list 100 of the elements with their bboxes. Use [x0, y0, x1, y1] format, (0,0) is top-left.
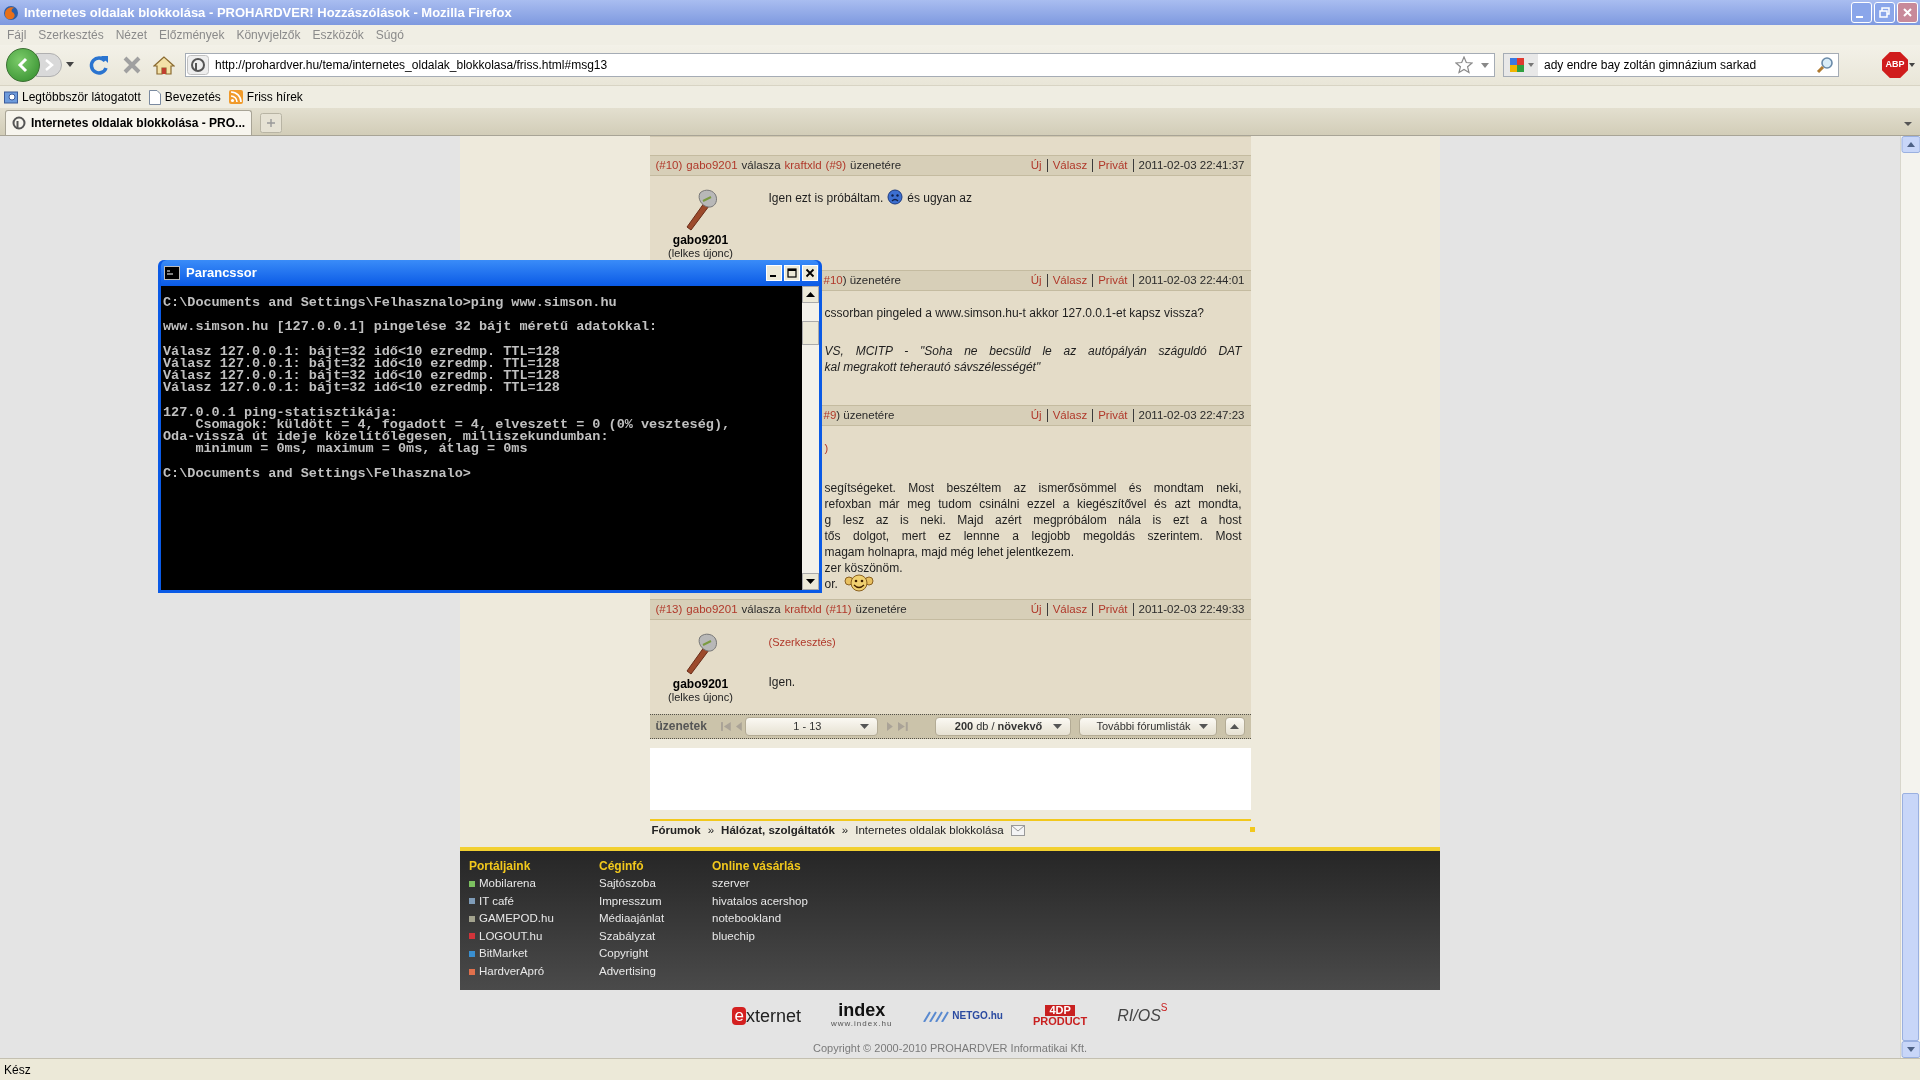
- bookmark-star-icon[interactable]: [1455, 56, 1473, 74]
- bookmark-link[interactable]: Friss hírek: [246, 88, 303, 106]
- post-link[interactable]: #10: [823, 271, 843, 290]
- forward-button[interactable]: [36, 53, 62, 77]
- console-line: 127.0.0.1 ping-statisztikája:: [163, 406, 398, 419]
- footer-link[interactable]: Sajtószoba: [599, 875, 656, 893]
- post-action-link[interactable]: Új: [1025, 159, 1048, 172]
- history-dropdown-icon[interactable]: [66, 62, 74, 68]
- post-link[interactable]: gabo9201: [686, 156, 738, 175]
- minimize-button[interactable]: [766, 265, 782, 281]
- post-link[interactable]: (#11): [825, 600, 852, 618]
- partner-logo[interactable]: index www.index.hu: [830, 1001, 893, 1030]
- pager-label: üzenetek: [655, 718, 707, 736]
- scroll-top-button[interactable]: [1224, 716, 1245, 736]
- footer-link[interactable]: Impresszum: [599, 892, 662, 910]
- restore-button[interactable]: [1874, 2, 1895, 23]
- post-action-link[interactable]: Privát: [1093, 159, 1134, 172]
- close-button[interactable]: [802, 265, 818, 281]
- post-action-link[interactable]: Új: [1025, 409, 1048, 422]
- post-action-link[interactable]: Válasz: [1047, 409, 1094, 422]
- forum-list-dropdown[interactable]: További fórumlisták: [1079, 716, 1217, 736]
- console-line: www.simson.hu [127.0.0.1] pingelése 32 bájt méretű adatokkal:: [163, 321, 659, 334]
- post-link[interactable]: kraftxld: [784, 600, 822, 618]
- reload-icon[interactable]: [88, 54, 110, 76]
- address-text: http://prohardver.hu/tema/internetes_oldalak_blokkolasa/friss.html#msg13: [215, 57, 609, 74]
- post-text: és ugyan az: [907, 191, 972, 205]
- window-title: Internetes oldalak blokkolása - PROHARDVER! Hozzászólások - Mozilla Firefox: [24, 3, 513, 22]
- breadcrumb-link[interactable]: Fórumok: [651, 822, 701, 840]
- url-dropdown-icon[interactable]: [1481, 62, 1489, 68]
- footer-link[interactable]: Advertising: [599, 962, 656, 981]
- post-action-link[interactable]: Új: [1025, 602, 1048, 616]
- site-favicon-icon: [12, 116, 26, 130]
- scroll-down-icon[interactable]: [802, 573, 819, 590]
- post-link[interactable]: #9: [823, 406, 837, 425]
- post-action-link[interactable]: Privát: [1093, 274, 1134, 287]
- footer-link[interactable]: Copyright: [599, 945, 649, 963]
- post-action-link[interactable]: Új: [1025, 274, 1048, 287]
- site-identity-icon[interactable]: [187, 55, 209, 75]
- back-button[interactable]: [6, 48, 40, 82]
- adblock-button[interactable]: ABP: [1882, 52, 1908, 78]
- address-bar[interactable]: http://prohardver.hu/tema/internetes_oldalak_blokkolasa/friss.html#msg13: [185, 53, 1495, 77]
- footer-link[interactable]: notebookland: [712, 910, 782, 928]
- edit-link[interactable]: (Szerkesztés): [768, 635, 836, 648]
- post-link[interactable]: (#13): [655, 600, 683, 618]
- post-time: 2011-02-03 22:44:01: [1137, 272, 1245, 288]
- breadcrumb-current: Internetes oldalak blokkolása: [855, 823, 1004, 839]
- footer-link[interactable]: GAMEPOD.hu: [479, 910, 554, 928]
- browser-logo-icon: [3, 4, 19, 21]
- footer-link[interactable]: Médiaajánlat: [599, 910, 665, 928]
- footer-link[interactable]: szerver: [712, 875, 750, 893]
- page-range-dropdown[interactable]: 1 - 13: [745, 716, 879, 736]
- adblock-dropdown-icon[interactable]: [1909, 63, 1915, 67]
- post-time: 2011-02-03 22:41:37: [1137, 157, 1245, 173]
- bookmark-link[interactable]: Legtöbbször látogatott: [22, 88, 141, 106]
- window-title: Parancssor: [186, 264, 258, 283]
- home-icon[interactable]: [153, 55, 175, 75]
- footer-link[interactable]: HardverApró: [479, 962, 545, 981]
- post-action-link[interactable]: Válasz: [1047, 159, 1094, 172]
- partner-logo[interactable]: NETGO.hu: [922, 1008, 1003, 1024]
- console-scrollbar[interactable]: [802, 286, 819, 590]
- stop-icon[interactable]: [122, 55, 142, 75]
- bookmark-link[interactable]: Bevezetés: [164, 88, 221, 106]
- status-text: Kész: [4, 1061, 31, 1079]
- header-text: válasza: [741, 157, 781, 173]
- post-action-link[interactable]: Privát: [1093, 602, 1134, 616]
- post-action-link[interactable]: Privát: [1093, 409, 1134, 422]
- author-name[interactable]: gabo9201: [672, 233, 729, 247]
- maximize-button[interactable]: [784, 265, 800, 281]
- footer-link[interactable]: Mobilarena: [479, 875, 536, 893]
- footer-link[interactable]: IT café: [479, 892, 514, 910]
- breadcrumb-link[interactable]: Hálózat, szolgáltatók: [721, 822, 835, 840]
- partner-logo[interactable]: externet: [732, 1006, 801, 1025]
- post-action-link[interactable]: Válasz: [1047, 274, 1094, 287]
- post-text: refoxban már meg tudom csinálni ezzel a kiegészítővel és azt mondta,: [824, 497, 1242, 511]
- post-action-link[interactable]: Válasz: [1047, 602, 1094, 616]
- search-icon[interactable]: [1816, 56, 1834, 74]
- scroll-thumb[interactable]: [802, 321, 819, 345]
- scroll-up-icon[interactable]: [802, 286, 819, 303]
- logo-text: www.index.hu: [830, 1017, 893, 1030]
- post-text: g lesz az is neki. Majd azért megpróbálom nála is ezt a host: [824, 513, 1242, 527]
- sort-order-dropdown[interactable]: 200 db / növekvő: [935, 716, 1071, 736]
- caret-icon: [860, 723, 870, 729]
- envelope-icon[interactable]: [1010, 825, 1025, 837]
- partner-logo[interactable]: 4DP PRODUCT: [1032, 1004, 1088, 1027]
- post-link[interactable]: gabo9201: [686, 600, 738, 618]
- post-time: 2011-02-03 22:47:23: [1137, 407, 1245, 423]
- footer-link[interactable]: bluechip: [712, 927, 755, 946]
- edit-link[interactable]: ): [824, 442, 829, 454]
- browser-tab[interactable]: Internetes oldalak blokkolása - PRO...: [5, 110, 252, 135]
- post-link[interactable]: (#9): [825, 156, 847, 175]
- search-field[interactable]: ady endre bay zoltán gimnázium sarkad: [1503, 53, 1839, 77]
- author-name[interactable]: gabo9201: [672, 676, 729, 691]
- footer-link[interactable]: BitMarket: [479, 945, 528, 963]
- footer-link[interactable]: Szabályzat: [599, 927, 656, 946]
- page-scrollbar[interactable]: [1900, 136, 1920, 1058]
- footer-link[interactable]: hivatalos acershop: [712, 892, 808, 910]
- post-link[interactable]: (#10): [655, 156, 683, 175]
- footer-link[interactable]: LOGOUT.hu: [479, 927, 543, 946]
- search-engine-button[interactable]: [1504, 54, 1538, 76]
- post-link[interactable]: kraftxld: [784, 156, 822, 175]
